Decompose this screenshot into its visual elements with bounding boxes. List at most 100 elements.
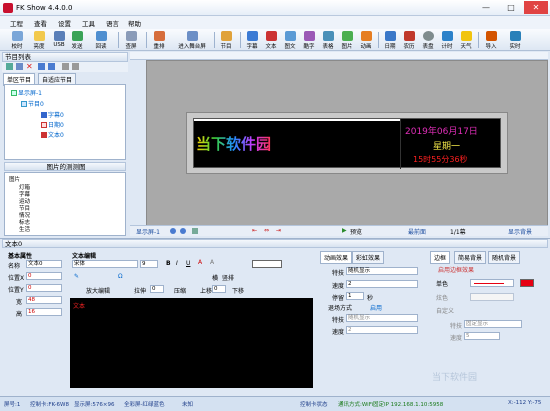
stage-screen-button[interactable]: 进入舞台屏 bbox=[172, 30, 212, 50]
menu-view[interactable]: 查看 bbox=[34, 18, 47, 28]
show-background-toggle[interactable]: 显示背景 bbox=[508, 227, 532, 236]
subtitle-button[interactable]: 字幕 bbox=[244, 30, 260, 50]
weather-button[interactable]: 天气 bbox=[458, 30, 474, 50]
menu-project[interactable]: 工程 bbox=[10, 18, 23, 28]
play-icon[interactable]: ▶ bbox=[342, 227, 347, 234]
close-button[interactable]: ✕ bbox=[524, 1, 548, 14]
copy-icon[interactable] bbox=[62, 63, 69, 70]
border-speed-select[interactable]: 5 bbox=[464, 332, 500, 340]
align-center-icon[interactable]: ⇔ bbox=[264, 227, 269, 234]
zoom-in-icon[interactable] bbox=[170, 228, 176, 234]
special-char-icon[interactable]: Ω bbox=[118, 273, 123, 280]
preview-button[interactable]: 预览 bbox=[350, 227, 362, 236]
image-text-button[interactable]: 图文 bbox=[282, 30, 298, 50]
tab-rainbow[interactable]: 彩虹效果 bbox=[352, 251, 385, 264]
table-button[interactable]: 表格 bbox=[320, 30, 336, 50]
send-button[interactable]: 发送 bbox=[68, 30, 86, 50]
move-field[interactable]: 0 bbox=[212, 285, 226, 293]
check-screen-button[interactable]: 查屏 bbox=[122, 30, 140, 50]
text-button[interactable]: 文本 bbox=[263, 30, 279, 50]
color-style-select[interactable] bbox=[470, 293, 514, 301]
enable-border-checkbox[interactable]: 启用边框效果 bbox=[438, 265, 474, 274]
led-screen[interactable]: 当下软件园 2019年06月17日 星期一 15时55分36秒 bbox=[193, 118, 502, 169]
image-button[interactable]: 图片 bbox=[339, 30, 355, 50]
tree-screen[interactable]: 显示屏-1 bbox=[11, 88, 42, 97]
expand-edit-button[interactable]: 放大编辑 bbox=[86, 286, 110, 295]
bg-color-icon[interactable]: A bbox=[210, 259, 214, 266]
tree-program[interactable]: 节目0 bbox=[21, 99, 44, 108]
menu-help[interactable]: 帮助 bbox=[128, 18, 141, 28]
move-down-icon[interactable] bbox=[48, 63, 55, 70]
exit-effect-select[interactable]: 随机显示 bbox=[346, 314, 418, 322]
date-area[interactable]: 2019年06月17日 星期一 15时55分36秒 bbox=[400, 119, 502, 169]
move-up-button[interactable]: 上移 bbox=[200, 286, 212, 295]
height-field[interactable]: 16 bbox=[26, 308, 62, 316]
tree-item-date[interactable]: 日期0 bbox=[41, 120, 64, 129]
text-edit-area[interactable]: 文本 bbox=[70, 298, 313, 388]
name-field[interactable]: 文本0 bbox=[26, 260, 62, 268]
color-radio[interactable]: 炫色 bbox=[436, 293, 448, 302]
zoom-out-icon[interactable] bbox=[180, 228, 186, 234]
width-field[interactable]: 48 bbox=[26, 296, 62, 304]
bold-button[interactable]: B bbox=[166, 260, 171, 267]
single-color-radio[interactable]: 单色 bbox=[436, 279, 448, 288]
main-text[interactable]: 当下软件园 bbox=[196, 133, 271, 154]
paste-icon[interactable] bbox=[72, 63, 79, 70]
screen-selector[interactable]: 显示屏-1 bbox=[136, 227, 160, 236]
pos-x-field[interactable]: 0 bbox=[26, 272, 62, 280]
readback-button[interactable]: 回读 bbox=[92, 30, 110, 50]
list-item[interactable]: 生活 bbox=[19, 225, 30, 233]
insert-icon[interactable]: ✎ bbox=[74, 273, 79, 280]
custom-radio[interactable]: 自定义 bbox=[436, 306, 454, 315]
border-effect-select[interactable]: 固定显示 bbox=[464, 320, 522, 328]
import-button[interactable]: 导入 bbox=[482, 30, 500, 50]
tab-simple-bg[interactable]: 简易背景 bbox=[454, 251, 487, 264]
timer-button[interactable]: 计时 bbox=[439, 30, 455, 50]
animation-button[interactable]: 动画 bbox=[358, 30, 374, 50]
realtime-button[interactable]: 实时 bbox=[506, 30, 524, 50]
italic-button[interactable]: I bbox=[176, 260, 178, 267]
align-right-icon[interactable]: ⇥ bbox=[276, 227, 281, 234]
speed-select[interactable]: 2 bbox=[346, 280, 418, 288]
minimize-button[interactable]: — bbox=[474, 1, 498, 14]
cool-text-button[interactable]: 酷字 bbox=[301, 30, 317, 50]
horizontal-toggle[interactable]: 横 bbox=[212, 273, 218, 282]
menu-language[interactable]: 语言 bbox=[106, 18, 119, 28]
pos-y-field[interactable]: 0 bbox=[26, 284, 62, 292]
tab-random-bg[interactable]: 随机背景 bbox=[488, 251, 521, 264]
text-content[interactable]: 文本 bbox=[73, 301, 85, 310]
lunar-button[interactable]: 农历 bbox=[401, 30, 417, 50]
front-button[interactable]: 最前面 bbox=[408, 227, 426, 236]
border-color-swatch[interactable] bbox=[520, 279, 534, 287]
subtitle-area[interactable] bbox=[194, 119, 400, 121]
size-select[interactable]: 9 bbox=[140, 260, 158, 268]
align-buttons[interactable] bbox=[252, 260, 282, 268]
move-up-icon[interactable] bbox=[38, 63, 45, 70]
fit-icon[interactable] bbox=[192, 228, 198, 234]
sync-time-button[interactable]: 校时 bbox=[8, 30, 26, 50]
maximize-button[interactable]: □ bbox=[499, 1, 523, 14]
effect-select[interactable]: 随机显示 bbox=[346, 267, 418, 275]
tab-border[interactable]: 边框 bbox=[430, 251, 451, 264]
stay-field[interactable]: 1 bbox=[346, 292, 364, 300]
exit-speed-select[interactable]: 2 bbox=[346, 326, 418, 334]
tree-item-text[interactable]: 文本0 bbox=[41, 130, 64, 139]
dial-button[interactable]: 表盘 bbox=[420, 30, 436, 50]
stretch-button[interactable]: 拉伸 bbox=[134, 286, 146, 295]
menu-settings[interactable]: 设置 bbox=[58, 18, 71, 28]
usb-button[interactable]: USB bbox=[51, 30, 67, 50]
border-style-select[interactable] bbox=[470, 279, 514, 287]
exit-enable-checkbox[interactable]: 启用 bbox=[370, 303, 382, 312]
font-color-icon[interactable]: A bbox=[198, 259, 202, 266]
tab-animation[interactable]: 动画效果 bbox=[320, 251, 353, 264]
rearrange-button[interactable]: 重排 bbox=[150, 30, 168, 50]
align-left-icon[interactable]: ⇤ bbox=[252, 227, 257, 234]
font-select[interactable]: 宋体 bbox=[72, 260, 138, 268]
vertical-toggle[interactable]: 竖排 bbox=[222, 273, 234, 282]
tree-item-subtitle[interactable]: 字幕0 bbox=[41, 110, 64, 119]
program-button[interactable]: 节目 bbox=[218, 30, 234, 50]
brightness-button[interactable]: 亮度 bbox=[30, 30, 48, 50]
shrink-button[interactable]: 压缩 bbox=[174, 286, 186, 295]
date-button[interactable]: 日期 bbox=[382, 30, 398, 50]
move-down-button[interactable]: 下移 bbox=[232, 286, 244, 295]
